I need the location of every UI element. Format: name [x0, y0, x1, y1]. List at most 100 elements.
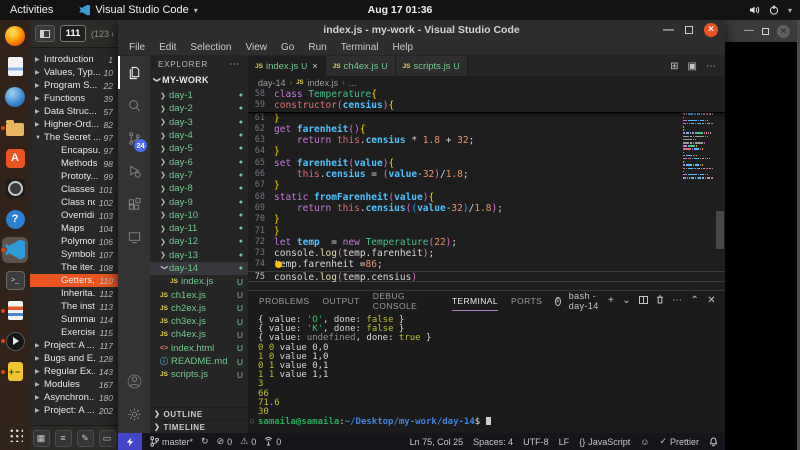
- tree-folder-day-7[interactable]: ❯ day-7 ●: [150, 169, 248, 182]
- toc-item[interactable]: Overridi...103: [30, 209, 118, 222]
- minimize-icon[interactable]: —: [744, 26, 754, 36]
- tree-folder-day-5[interactable]: ❯ day-5 ●: [150, 142, 248, 155]
- panel-tab-debug-console[interactable]: DEBUG CONSOLE: [373, 291, 439, 311]
- toc-item[interactable]: ▶ Functions 39: [30, 92, 118, 105]
- tree-folder-day-9[interactable]: ❯ day-9 ●: [150, 195, 248, 208]
- account-icon[interactable]: [118, 365, 150, 398]
- status-spaces-4[interactable]: Spaces: 4: [473, 437, 513, 447]
- outline-section[interactable]: ❯ OUTLINE: [150, 407, 248, 420]
- explorer-actions-icon[interactable]: ⋯: [229, 59, 240, 70]
- toc-item[interactable]: Maps 104: [30, 222, 118, 235]
- tree-folder-day-12[interactable]: ❯ day-12 ●: [150, 235, 248, 248]
- tree-file-ch1ex.js[interactable]: JS ch1ex.js U: [150, 288, 248, 301]
- status-javascript[interactable]: {} JavaScript: [579, 437, 630, 447]
- vscode-titlebar[interactable]: index.js - my-work - Visual Studio Code …: [118, 20, 725, 40]
- tree-file-index.html[interactable]: <> index.html U: [150, 342, 248, 355]
- panel-tab-terminal[interactable]: TERMINAL: [452, 291, 498, 311]
- dock-impress-icon[interactable]: [1, 298, 28, 324]
- minimize-icon[interactable]: —: [663, 25, 674, 36]
- panel-tab-ports[interactable]: PORTS: [511, 291, 542, 311]
- toc-item[interactable]: Getters,... 110: [30, 274, 118, 287]
- toc-item[interactable]: Symbols 107: [30, 248, 118, 261]
- new-terminal-icon[interactable]: +: [608, 296, 614, 306]
- status-ln-75-col-25[interactable]: Ln 75, Col 25: [410, 437, 464, 447]
- tree-folder-day-3[interactable]: ❯ day-3 ●: [150, 116, 248, 129]
- tree-file-index.js[interactable]: JS index.js U: [150, 275, 248, 288]
- explorer-icon[interactable]: [118, 56, 150, 89]
- close-icon[interactable]: ✕: [777, 24, 790, 38]
- status-smiley[interactable]: ☺: [640, 437, 649, 447]
- tree-file-ch2ex.js[interactable]: JS ch2ex.js U: [150, 302, 248, 315]
- toc-item[interactable]: Class no...102: [30, 196, 118, 209]
- more-actions-icon[interactable]: ⋯: [672, 296, 682, 306]
- toc-item[interactable]: ▶ Asynchron... 180: [30, 391, 118, 404]
- toc-item[interactable]: Summary 114: [30, 313, 118, 326]
- toc-item[interactable]: ▶ Modules 167: [30, 378, 118, 391]
- dock-software-icon[interactable]: A: [2, 145, 28, 171]
- toc-item[interactable]: The iter...108: [30, 261, 118, 274]
- tree-folder-day-6[interactable]: ❯ day-6 ●: [150, 155, 248, 168]
- thumbnails-icon[interactable]: ▦: [32, 429, 50, 447]
- split-editor-icon[interactable]: ⊞: [670, 61, 678, 72]
- split-terminal-icon[interactable]: [639, 295, 649, 307]
- editor-scrollbar[interactable]: [716, 211, 724, 249]
- page-number-input[interactable]: 111: [60, 25, 86, 42]
- tree-file-README.md[interactable]: ⓘ README.md U: [150, 355, 248, 368]
- menu-terminal[interactable]: Terminal: [334, 42, 386, 53]
- close-icon[interactable]: ×: [704, 23, 718, 37]
- toc-item[interactable]: ▶ Bugs and E...128: [30, 352, 118, 365]
- menu-help[interactable]: Help: [386, 42, 421, 53]
- panel-tab-output[interactable]: OUTPUT: [322, 291, 359, 311]
- dock-tbird-icon[interactable]: [2, 84, 28, 110]
- dock-firefox-icon[interactable]: [2, 23, 28, 49]
- run-debug-icon[interactable]: [118, 155, 150, 188]
- tree-folder-day-14[interactable]: ❯ day-14 ●: [150, 261, 248, 276]
- toc-item[interactable]: ▶ Higher-Ord... 82: [30, 118, 118, 131]
- status-0[interactable]: 0: [264, 437, 281, 447]
- tree-folder-day-2[interactable]: ❯ day-2 ●: [150, 102, 248, 115]
- breadcrumb[interactable]: day-14 › JS index.js ›...: [248, 76, 725, 89]
- outline-icon[interactable]: ≡: [54, 429, 72, 447]
- search-icon[interactable]: [118, 89, 150, 122]
- toc-item[interactable]: Classes 101: [30, 183, 118, 196]
- toc-item[interactable]: Exercises115: [30, 326, 118, 339]
- remote-explorer-icon[interactable]: [118, 221, 150, 254]
- workspace-root-folder[interactable]: ❯ MY-WORK: [150, 73, 248, 87]
- restore-icon[interactable]: [762, 27, 769, 35]
- close-panel-icon[interactable]: ✕: [707, 296, 716, 306]
- maximize-panel-icon[interactable]: ⌃: [690, 296, 699, 306]
- power-icon[interactable]: [769, 5, 779, 15]
- extensions-icon[interactable]: [118, 188, 150, 221]
- breadcrumb-item[interactable]: day-14: [258, 78, 286, 88]
- tree-file-ch4ex.js[interactable]: JS ch4ex.js U: [150, 328, 248, 341]
- volume-icon[interactable]: [749, 5, 760, 15]
- tab-ch4ex.js[interactable]: JS ch4ex.js U: [325, 56, 396, 76]
- dock-terminal-icon[interactable]: >_: [2, 267, 28, 293]
- tree-folder-day-13[interactable]: ❯ day-13 ●: [150, 249, 248, 262]
- tree-file-ch3ex.js[interactable]: JS ch3ex.js U: [150, 315, 248, 328]
- toc-item[interactable]: ▶ Project: A ... 202: [30, 404, 118, 417]
- tree-folder-day-10[interactable]: ❯ day-10 ●: [150, 209, 248, 222]
- dock-player-icon[interactable]: [1, 328, 28, 354]
- dock-files-icon[interactable]: [1, 115, 28, 141]
- status-0[interactable]: ⊘ 0: [217, 436, 233, 447]
- tab-scripts.js[interactable]: JS scripts.js U: [395, 56, 468, 76]
- toc-item[interactable]: ▶ Program S... 22: [30, 79, 118, 92]
- toc-item[interactable]: ▶ Data Struc... 57: [30, 105, 118, 118]
- status-sync[interactable]: ↻: [201, 436, 209, 447]
- tree-folder-day-1[interactable]: ❯ day-1 ●: [150, 89, 248, 102]
- code-editor[interactable]: 58 class Temperature{59 constructor(censiu…: [248, 89, 725, 290]
- more-actions-icon[interactable]: ⋯: [706, 61, 716, 72]
- remote-indicator[interactable]: [118, 433, 142, 450]
- menu-file[interactable]: File: [122, 42, 152, 53]
- dock-writer-icon[interactable]: [2, 54, 28, 80]
- menu-go[interactable]: Go: [274, 42, 301, 53]
- status-prettier[interactable]: ✓ Prettier: [659, 436, 699, 447]
- activities-button[interactable]: Activities: [10, 4, 53, 16]
- breadcrumb-item[interactable]: ...: [349, 78, 357, 88]
- trash-icon[interactable]: [656, 295, 664, 307]
- sidebar-toggle-icon[interactable]: [35, 25, 55, 42]
- breadcrumb-item[interactable]: index.js: [308, 78, 339, 88]
- shell-label[interactable]: bash - day-14: [569, 291, 600, 311]
- chevron-down-icon[interactable]: ⌄: [622, 296, 631, 306]
